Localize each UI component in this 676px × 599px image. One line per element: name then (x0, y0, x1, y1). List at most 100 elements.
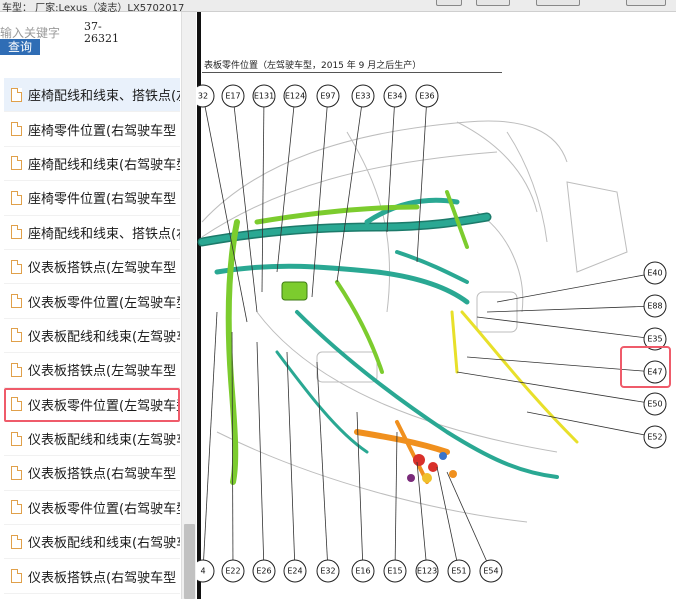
connector-label: E22 (225, 567, 240, 576)
query-button[interactable]: 查询 (0, 39, 40, 55)
connector-callout[interactable]: E88 (643, 294, 667, 318)
leader-line (261, 95, 265, 293)
leader-line (526, 411, 656, 438)
connector-label: E50 (647, 400, 662, 409)
toolbar-button-2[interactable] (476, 0, 510, 6)
list-item-label: 仪表板配线和线束(左驾驶车 (28, 433, 180, 449)
list-item[interactable]: 仪表板搭铁点(左驾驶车型 (4, 353, 180, 388)
connector-callout[interactable]: E123 (415, 559, 439, 583)
connector-callout[interactable]: E36 (415, 84, 439, 108)
connector-callout[interactable]: E52 (643, 425, 667, 449)
connector-label: E54 (483, 567, 498, 576)
document-icon (11, 87, 22, 102)
connector-label: E88 (647, 302, 662, 311)
connector-label: 32 (198, 92, 208, 101)
connector-callout[interactable]: E131 (252, 84, 276, 108)
connector-callout[interactable]: E51 (447, 559, 471, 583)
connector-label: E123 (417, 567, 437, 576)
connector-callout[interactable]: E24 (283, 559, 307, 583)
connector-label: 4 (200, 567, 205, 576)
list-item-label: 座椅零件位置(右驾驶车型 (28, 192, 177, 208)
connector-callout[interactable]: E54 (479, 559, 503, 583)
connector-callout[interactable]: E34 (383, 84, 407, 108)
harness-yellow (450, 310, 579, 444)
list-item[interactable]: 仪表板零件位置(右驾驶车 (4, 594, 180, 599)
list-item[interactable]: 仪表板搭铁点(左驾驶车型 (4, 250, 180, 285)
list-item[interactable]: 仪表板零件位置(左驾驶车型 (4, 284, 180, 319)
connector-label: E47 (647, 368, 662, 377)
list-item-label: 仪表板配线和线束(右驾驶车 (28, 536, 180, 552)
connector-callout[interactable]: E47 (643, 360, 667, 384)
connector-callouts: 32 E17 E131 E124 E97 E33 E34 E36 E40 E88 E35 E47 E50… (197, 84, 667, 583)
connector-callout[interactable]: E22 (221, 559, 245, 583)
scrollbar-thumb[interactable] (184, 524, 195, 599)
list-item[interactable]: 仪表板搭铁点(右驾驶车型 (4, 456, 180, 491)
list-item[interactable]: 座椅配线和线束、搭铁点(左 (4, 78, 180, 113)
document-icon (11, 465, 22, 480)
sidebar: 查询 37-26321 座椅配线和线束、搭铁点(左座椅零件位置(右驾驶车型座椅配… (0, 12, 196, 599)
list-item[interactable]: 仪表板零件位置(右驾驶车型 (4, 491, 180, 526)
connector-label: E124 (285, 92, 305, 101)
list-item[interactable]: 座椅零件位置(右驾驶车型 (4, 112, 180, 147)
connector-callout[interactable]: E16 (351, 559, 375, 583)
connector-callout[interactable]: 4 (197, 559, 215, 583)
list-item[interactable]: 仪表板配线和线束(右驾驶车 (4, 525, 180, 560)
list-item-label: 座椅零件位置(右驾驶车型 (28, 123, 177, 139)
connector-label: E51 (451, 567, 466, 576)
connector-label: E24 (287, 567, 302, 576)
connector-label: E32 (320, 567, 335, 576)
connector-label: E16 (355, 567, 370, 576)
title-bar: 车型： 厂家:Lexus（凌志）LX5702017 (0, 0, 676, 14)
connector-callout[interactable]: E17 (221, 84, 245, 108)
leader-line (466, 356, 656, 373)
toolbar-button-4[interactable] (626, 0, 666, 6)
document-icon (11, 122, 22, 137)
connector-callout[interactable]: E124 (283, 84, 307, 108)
connector-label: E26 (256, 567, 271, 576)
list-item-label: 仪表板搭铁点(右驾驶车型 (28, 570, 177, 586)
leader-line (394, 431, 398, 572)
leader-line (486, 305, 656, 313)
list-item[interactable]: 仪表板配线和线束(左驾驶车 (4, 319, 180, 354)
list-item-label: 座椅配线和线束、搭铁点(右 (28, 226, 180, 242)
connector-callout[interactable]: E32 (316, 559, 340, 583)
connector-callout[interactable]: E33 (351, 84, 375, 108)
toolbar-button-1[interactable] (436, 0, 462, 6)
list-item[interactable]: 座椅配线和线束、搭铁点(右 (4, 216, 180, 250)
connector-callout[interactable]: E15 (383, 559, 407, 583)
connector-label: E97 (320, 92, 335, 101)
toolbar-button-3[interactable] (536, 0, 580, 6)
leader-line (276, 95, 296, 273)
list-item-label: 仪表板零件位置(左驾驶车型 (28, 398, 180, 414)
connector-label: E15 (387, 567, 402, 576)
connector-label: E52 (647, 433, 662, 442)
connector-callout[interactable]: E50 (643, 392, 667, 416)
leader-line (202, 95, 248, 323)
document-list: 座椅配线和线束、搭铁点(左 座椅零件位置(右驾驶车型 座椅配线和线束(右驾驶车型 座椅… (4, 78, 180, 599)
document-code: 37-26321 (84, 20, 119, 45)
list-item-label: 座椅配线和线束、搭铁点(左 (28, 89, 180, 105)
document-icon (11, 569, 22, 584)
document-icon (11, 328, 22, 343)
connector-callout[interactable]: 32 (197, 84, 215, 108)
document-icon (11, 500, 22, 515)
connector-label: E35 (647, 335, 662, 344)
connector-callout[interactable]: E40 (643, 261, 667, 285)
list-item[interactable]: 座椅配线和线束(右驾驶车型 (4, 147, 180, 182)
document-icon (11, 156, 22, 171)
list-item-label: 仪表板搭铁点(右驾驶车型 (28, 467, 177, 483)
list-item[interactable]: 座椅零件位置(右驾驶车型 (4, 181, 180, 216)
leader-line (336, 95, 364, 283)
sidebar-scrollbar[interactable] (181, 12, 196, 599)
connector-callout[interactable]: E26 (252, 559, 276, 583)
connector-label: E17 (225, 92, 240, 101)
connector-label: E36 (419, 92, 434, 101)
list-item[interactable]: 仪表板零件位置(左驾驶车型 (4, 387, 180, 422)
leader-line (446, 471, 492, 572)
connector-callout[interactable]: E97 (316, 84, 340, 108)
list-item[interactable]: 仪表板配线和线束(左驾驶车 (4, 422, 180, 457)
document-icon (11, 225, 22, 240)
list-item-label: 仪表板搭铁点(左驾驶车型 (28, 261, 177, 277)
list-item[interactable]: 仪表板搭铁点(右驾驶车型 (4, 559, 180, 594)
wiring-diagram: 32 E17 E131 E124 E97 E33 E34 E36 E40 E88 E35 E47 E50… (197, 84, 671, 583)
